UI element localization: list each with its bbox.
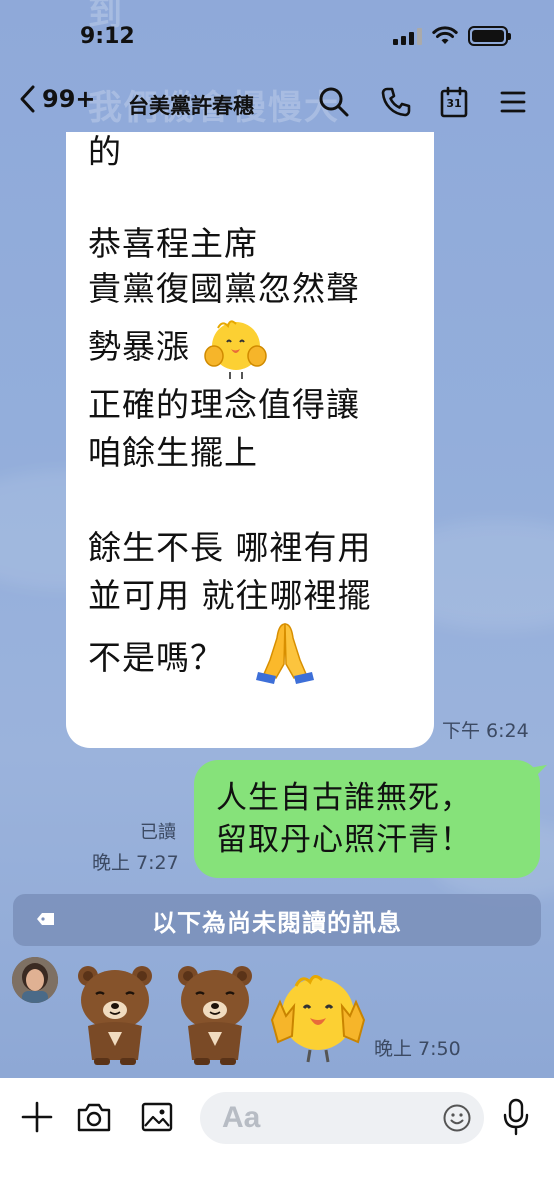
chat-title[interactable]: 台美黨許春穗 (128, 90, 254, 120)
brown-bear-bow-sticker[interactable] (174, 962, 256, 1066)
message-line: 人生自古誰無死， (216, 780, 472, 816)
wifi-icon (432, 26, 458, 44)
chick-emoji-icon (204, 320, 267, 379)
back-button[interactable]: 99+ (18, 84, 96, 114)
phone-icon[interactable] (380, 86, 412, 118)
calendar-icon[interactable]: 31 (440, 86, 468, 118)
message-line: 貴黨復國黨忽然聲 (88, 269, 360, 308)
message-line: 留取丹心照汗青！ (216, 822, 472, 858)
unread-divider: 以下為尚未閱讀的訊息 (13, 894, 541, 946)
read-receipt: 已讀 (140, 822, 176, 843)
image-icon[interactable] (140, 1100, 174, 1134)
status-time: 9:12 (80, 24, 135, 49)
message-line: 勢暴漲 (88, 327, 190, 366)
unread-divider-text: 以下為尚未閱讀的訊息 (152, 908, 402, 937)
message-line: 的 (88, 132, 122, 171)
message-time: 晚上 7:27 (92, 852, 179, 874)
incoming-message-bubble[interactable]: 的 恭喜程主席 貴黨復國黨忽然聲 勢暴漲 正確的理念值得讓 咱餘生擺上 餘生不長… (66, 132, 434, 748)
battery-icon (468, 26, 511, 46)
chevron-left-icon (20, 85, 35, 113)
message-time: 下午 6:24 (442, 720, 529, 742)
message-line: 餘生不長 哪裡有用 (88, 528, 372, 567)
search-icon[interactable] (318, 86, 350, 118)
status-icons (393, 26, 511, 46)
microphone-icon[interactable] (502, 1098, 530, 1136)
outgoing-message-bubble[interactable]: 人生自古誰無死， 留取丹心照汗青！ (194, 760, 540, 878)
avatar[interactable] (12, 957, 58, 1003)
emoji-icon[interactable] (442, 1103, 472, 1133)
message-input-field[interactable] (200, 1092, 484, 1144)
message-line: 咱餘生擺上 (88, 433, 258, 472)
message-input-bar (0, 1078, 554, 1199)
message-line: 並可用 就往哪裡擺 (88, 576, 372, 615)
praying-hands-emoji-icon (256, 623, 314, 684)
message-line: 不是嗎？ (88, 638, 224, 677)
message-time: 晚上 7:50 (374, 1038, 461, 1060)
message-input[interactable] (200, 1092, 420, 1144)
message-line: 恭喜程主席 (88, 224, 258, 263)
plus-icon[interactable] (20, 1100, 54, 1134)
unread-count: 99+ (42, 85, 96, 113)
status-bar: 9:12 (0, 0, 554, 70)
message-line: 正確的理念值得讓 (88, 385, 360, 424)
calendar-day: 31 (446, 97, 462, 110)
yellow-chick-sticker[interactable] (266, 972, 370, 1066)
camera-icon[interactable] (76, 1100, 112, 1134)
chat-header: 99+ 台美黨許春穗 31 (0, 70, 554, 132)
menu-icon[interactable] (500, 86, 526, 118)
cellular-signal-icon (393, 27, 422, 45)
brown-bear-bow-sticker[interactable] (74, 962, 156, 1066)
tag-icon (37, 913, 54, 925)
